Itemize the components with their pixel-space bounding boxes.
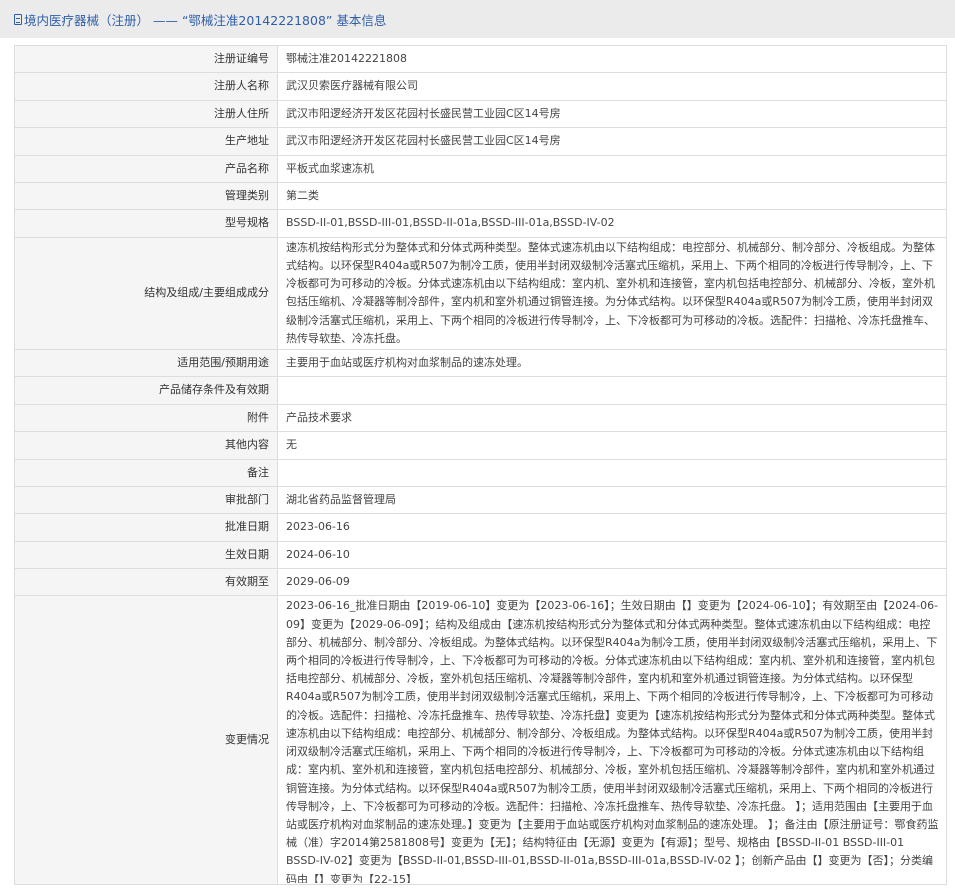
table-row: 有效期至 2029-06-09 <box>14 568 947 597</box>
row-value: BSSD-II-01,BSSD-III-01,BSSD-II-01a,BSSD-… <box>277 209 947 238</box>
row-value <box>277 376 947 405</box>
row-label: 注册人住所 <box>14 99 278 129</box>
row-label: 批准日期 <box>14 513 278 542</box>
row-value: 产品技术要求 <box>277 403 947 433</box>
row-value: 无 <box>277 431 947 460</box>
page-title: 境内医疗器械（注册） —— “鄂械注准20142221808” 基本信息 <box>24 12 387 28</box>
row-value: 鄂械注准20142221808 <box>277 44 947 74</box>
row-label: 注册人名称 <box>14 72 278 101</box>
row-label: 结构及组成/主要组成成分 <box>14 236 278 350</box>
table-row: 生效日期 2024-06-10 <box>14 540 947 570</box>
table-row: 产品名称 平板式血浆速冻机 <box>14 154 947 183</box>
row-value: 速冻机按结构形式分为整体式和分体式两种类型。整体式速冻机由以下结构组成：电控部分… <box>277 236 947 350</box>
row-label: 附件 <box>14 403 278 433</box>
table-row: 生产地址 武汉市阳逻经济开发区花园村长盛民营工业园C区14号房 <box>14 127 947 156</box>
table-row: 批准日期 2023-06-16 <box>14 513 947 542</box>
table-row: 注册证编号 鄂械注准20142221808 <box>14 44 947 74</box>
change-history-text: 2023-06-16_批准日期由【2019-06-10】变更为【2023-06-… <box>286 599 939 884</box>
row-label: 型号规格 <box>14 209 278 238</box>
table-row: 型号规格 BSSD-II-01,BSSD-III-01,BSSD-II-01a,… <box>14 209 947 238</box>
table-row: 审批部门 湖北省药品监督管理局 <box>14 485 947 515</box>
row-label: 备注 <box>14 458 278 487</box>
table-row: 备注 <box>14 458 947 487</box>
row-label: 审批部门 <box>14 485 278 515</box>
table-row: 注册人名称 武汉贝索医疗器械有限公司 <box>14 72 947 101</box>
table-row: 变更情况 2023-06-16_批准日期由【2019-06-10】变更为【202… <box>14 595 947 886</box>
row-label: 其他内容 <box>14 431 278 460</box>
row-value <box>277 458 947 487</box>
row-label: 注册证编号 <box>14 44 278 74</box>
table-row: 附件 产品技术要求 <box>14 403 947 433</box>
document-icon <box>14 13 22 25</box>
row-label: 适用范围/预期用途 <box>14 348 278 378</box>
row-value: 2023-06-16 <box>277 513 947 542</box>
row-value: 2024-06-10 <box>277 540 947 570</box>
row-value: 湖北省药品监督管理局 <box>277 485 947 515</box>
page-header: 境内医疗器械（注册） —— “鄂械注准20142221808” 基本信息 <box>0 0 955 38</box>
row-value: 武汉市阳逻经济开发区花园村长盛民营工业园C区14号房 <box>277 127 947 156</box>
row-label: 产品名称 <box>14 154 278 183</box>
table-row: 结构及组成/主要组成成分 速冻机按结构形式分为整体式和分体式两种类型。整体式速冻… <box>14 236 947 350</box>
row-value: 第二类 <box>277 181 947 211</box>
table-row: 适用范围/预期用途 主要用于血站或医疗机构对血浆制品的速冻处理。 <box>14 348 947 378</box>
table-row: 管理类别 第二类 <box>14 181 947 211</box>
table-row: 产品储存条件及有效期 <box>14 376 947 405</box>
row-label: 变更情况 <box>14 595 278 886</box>
change-history-cell: 2023-06-16_批准日期由【2019-06-10】变更为【2023-06-… <box>277 595 947 886</box>
row-value: 武汉市阳逻经济开发区花园村长盛民营工业园C区14号房 <box>277 99 947 129</box>
row-label: 生效日期 <box>14 540 278 570</box>
table-row: 其他内容 无 <box>14 431 947 460</box>
row-label: 有效期至 <box>14 568 278 597</box>
row-value: 平板式血浆速冻机 <box>277 154 947 183</box>
table-row: 注册人住所 武汉市阳逻经济开发区花园村长盛民营工业园C区14号房 <box>14 99 947 129</box>
row-value: 2029-06-09 <box>277 568 947 597</box>
row-label: 产品储存条件及有效期 <box>14 376 278 405</box>
row-value: 主要用于血站或医疗机构对血浆制品的速冻处理。 <box>277 348 947 378</box>
row-label: 管理类别 <box>14 181 278 211</box>
registration-info-table: 注册证编号 鄂械注准20142221808 注册人名称 武汉贝索医疗器械有限公司… <box>14 44 947 886</box>
row-label: 生产地址 <box>14 127 278 156</box>
row-value: 武汉贝索医疗器械有限公司 <box>277 72 947 101</box>
